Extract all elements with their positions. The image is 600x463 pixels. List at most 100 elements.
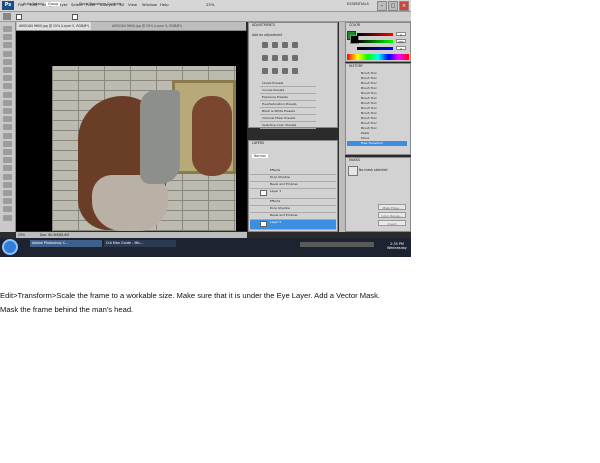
tool-icon[interactable] xyxy=(3,108,12,114)
layer-row-label: Drop Shadow xyxy=(270,206,291,210)
color-ramp[interactable] xyxy=(347,54,409,60)
windows-start-icon[interactable] xyxy=(2,239,18,255)
invert-icon[interactable] xyxy=(262,68,268,74)
auto-select-checkbox[interactable] xyxy=(16,14,22,20)
workspace-switcher[interactable]: ESSENTIALS xyxy=(347,2,369,6)
black-white-icon[interactable] xyxy=(292,55,298,61)
color-balance-icon[interactable] xyxy=(282,55,288,61)
metal-plate-layer xyxy=(140,90,180,184)
posterize-icon[interactable] xyxy=(272,68,278,74)
green-value[interactable]: 255 xyxy=(396,39,406,44)
mask-edge-button[interactable]: Mask Edge... xyxy=(378,204,406,210)
preset-hue-saturation[interactable]: Hue/Saturation Presets xyxy=(260,101,316,108)
tool-icon[interactable] xyxy=(3,173,12,180)
tool-icon[interactable] xyxy=(3,75,12,82)
tool-icon[interactable] xyxy=(3,124,12,131)
maximize-button[interactable]: □ xyxy=(388,1,398,11)
history-tab[interactable]: HISTORY xyxy=(349,64,363,68)
layer-row-label: Layer 1 xyxy=(270,189,282,193)
close-button[interactable]: × xyxy=(399,1,409,11)
taskbar-word-document[interactable]: Cut Man Guide - Mic... xyxy=(104,240,176,247)
move-tool-icon[interactable] xyxy=(3,13,11,20)
layer-row-selected[interactable]: Layer 5 xyxy=(250,220,336,230)
tool-icon[interactable] xyxy=(3,140,12,147)
tutorial-caption: Edit>Transform>Scale the frame to a work… xyxy=(0,291,381,314)
vibrance-icon[interactable] xyxy=(262,55,268,61)
tool-icon[interactable] xyxy=(3,165,12,172)
layer-effect-row[interactable]: Bevel and Emboss xyxy=(250,213,336,220)
preset-curves[interactable]: Curves Presets xyxy=(260,87,316,94)
threshold-icon[interactable] xyxy=(282,68,288,74)
color-tab[interactable]: COLOR xyxy=(349,23,360,27)
menu-view[interactable]: View xyxy=(128,2,137,7)
menu-window[interactable]: Window xyxy=(142,2,157,7)
layer-row-label: Bevel and Emboss xyxy=(270,213,298,217)
document-tab-active[interactable]: AMSCAN 9600.jpg @ 25% (Layer 5, RGB/8*) xyxy=(17,22,92,30)
tool-icon[interactable] xyxy=(3,181,12,188)
tool-icon[interactable] xyxy=(3,34,12,41)
blend-mode-dropdown[interactable]: Normal xyxy=(252,154,268,158)
mask-thumbnail xyxy=(348,166,358,176)
tool-icon[interactable] xyxy=(3,42,12,49)
exposure-icon[interactable] xyxy=(292,42,298,48)
clock-day: Wednesday xyxy=(387,246,407,250)
preset-selective-color[interactable]: Selective Color Presets xyxy=(260,122,316,129)
tool-icon[interactable] xyxy=(3,26,12,32)
tool-icon[interactable] xyxy=(3,198,12,205)
levels-icon[interactable] xyxy=(272,42,278,48)
tool-icon[interactable] xyxy=(3,214,12,221)
layer-effects-row[interactable]: Effects xyxy=(250,168,336,175)
preset-channel-mixer[interactable]: Channel Mixer Presets xyxy=(260,115,316,122)
color-range-button[interactable]: Color Range... xyxy=(378,212,406,218)
masks-tab[interactable]: MASKS xyxy=(349,158,360,162)
tool-icon[interactable] xyxy=(3,190,12,196)
curves-icon[interactable] xyxy=(282,42,288,48)
mask-status: No mask selected xyxy=(359,168,388,172)
menu-help[interactable]: Help xyxy=(160,2,169,7)
adjustments-tab[interactable]: ADJUSTMENTS xyxy=(252,23,275,27)
blue-slider[interactable] xyxy=(357,47,393,50)
history-item-selected[interactable]: Free Transform xyxy=(347,141,407,146)
tool-icon[interactable] xyxy=(3,206,12,213)
gradient-map-icon[interactable] xyxy=(292,68,298,74)
tool-icon[interactable] xyxy=(3,50,12,57)
tool-icon[interactable] xyxy=(3,99,12,106)
document-tab-inactive[interactable]: AMSCAN 9600.jpg @ 25% (Layer 5, RGB/8*) xyxy=(110,22,184,30)
tool-icon[interactable] xyxy=(3,157,12,164)
layer-effects-row[interactable]: Effects xyxy=(250,199,336,206)
tool-icon[interactable] xyxy=(3,83,12,90)
auto-select-dropdown[interactable]: Group xyxy=(46,2,61,6)
blue-value[interactable]: 0 xyxy=(396,46,406,51)
show-transform-checkbox[interactable] xyxy=(72,14,78,20)
red-value[interactable]: 0 xyxy=(396,32,406,37)
layer-effect-row[interactable]: Drop Shadow xyxy=(250,206,336,213)
preset-exposure[interactable]: Exposure Presets xyxy=(260,94,316,101)
preset-black-white[interactable]: Black & White Presets xyxy=(260,108,316,115)
brightness-icon[interactable] xyxy=(262,42,268,48)
tool-icon[interactable] xyxy=(3,58,12,65)
layer-row[interactable]: Layer 1 xyxy=(250,189,336,199)
invert-button[interactable]: Invert xyxy=(378,220,406,226)
layer-row-label: Layer 5 xyxy=(270,220,282,224)
layer-row-label: Drop Shadow xyxy=(270,175,291,179)
tool-icon[interactable] xyxy=(3,67,12,73)
layer-effect-row[interactable]: Bevel and Emboss xyxy=(250,182,336,189)
system-tray[interactable] xyxy=(300,242,374,247)
tool-icon[interactable] xyxy=(3,132,12,139)
minimize-button[interactable]: – xyxy=(377,1,387,11)
hue-saturation-icon[interactable] xyxy=(272,55,278,61)
taskbar-clock[interactable]: 2:35 PM Wednesday xyxy=(384,242,410,250)
tool-icon[interactable] xyxy=(3,116,12,123)
layer-row-label: Bevel and Emboss xyxy=(270,182,298,186)
green-slider[interactable] xyxy=(357,40,393,43)
zoom-level-menu[interactable]: 25% xyxy=(206,2,214,7)
layer-row-label: Effects xyxy=(270,199,281,203)
tool-icon[interactable] xyxy=(3,149,12,155)
red-slider[interactable] xyxy=(357,33,393,36)
tool-icon[interactable] xyxy=(3,91,12,98)
preset-levels[interactable]: Levels Presets xyxy=(260,80,316,87)
layer-effect-row[interactable]: Drop Shadow xyxy=(250,175,336,182)
layers-tab[interactable]: LAYERS xyxy=(252,141,264,145)
photoshop-logo-icon: Ps xyxy=(2,1,14,10)
taskbar-photoshop[interactable]: Adobe Photoshop C... xyxy=(30,240,102,247)
